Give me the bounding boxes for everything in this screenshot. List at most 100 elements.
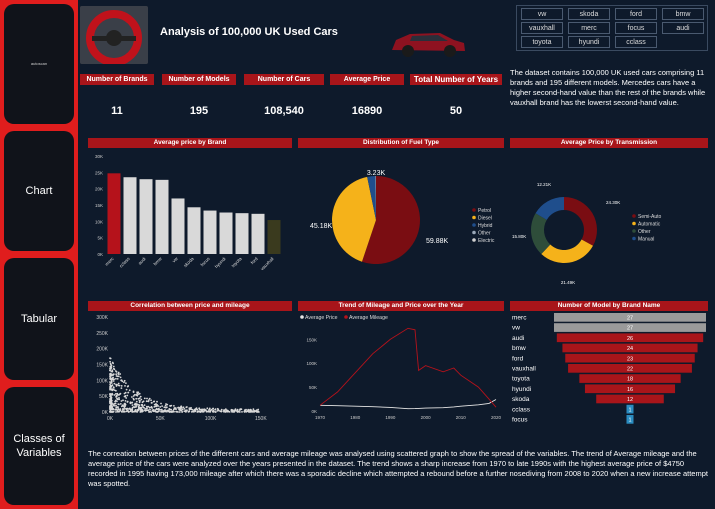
scatter-point xyxy=(128,389,131,392)
scatter-point xyxy=(190,408,193,411)
legend-label: Diesel xyxy=(478,216,492,222)
bar xyxy=(123,177,137,254)
scatter-point xyxy=(110,382,113,384)
scatter-point xyxy=(122,399,124,402)
scatter-point xyxy=(253,409,255,412)
filter-chip[interactable]: skoda xyxy=(568,8,610,20)
scatter-point xyxy=(238,411,241,413)
scatter-point xyxy=(234,408,237,411)
scatter-point xyxy=(146,409,149,412)
x-tick-label: 0K xyxy=(107,416,114,422)
scatter-point xyxy=(132,390,135,393)
bar xyxy=(155,179,169,254)
scatter-point xyxy=(186,409,188,412)
category-label: bmw xyxy=(512,345,526,352)
sidebar-logo[interactable]: autoscan xyxy=(4,4,74,124)
legend-label: Other xyxy=(638,229,651,235)
scatter-point xyxy=(135,400,138,403)
category-label: cclass xyxy=(512,406,531,413)
sidebar-item-classes-of-variables[interactable]: Classes of Variables xyxy=(4,387,74,505)
scatter-point xyxy=(110,403,113,406)
sidebar-item-label: Chart xyxy=(25,185,53,197)
scatter-point xyxy=(204,409,206,412)
scatter-point xyxy=(125,410,128,413)
category-label: vauxhall xyxy=(512,366,536,373)
scatter-point xyxy=(223,410,225,413)
x-tick-label: vauxhall xyxy=(259,256,274,271)
x-tick-label: 150K xyxy=(255,416,267,422)
scatter-point xyxy=(184,410,187,413)
scatter-point xyxy=(170,408,172,411)
scatter-point xyxy=(123,392,126,395)
scatter-point xyxy=(154,405,157,408)
category-label: focus xyxy=(512,417,528,424)
scatter-point xyxy=(136,392,139,395)
kpi-label: Number of Brands xyxy=(80,74,154,85)
scatter-point xyxy=(111,408,114,411)
bar xyxy=(187,207,201,254)
logo-text: autoscan xyxy=(30,61,48,66)
filter-chip[interactable]: cclass xyxy=(615,36,657,48)
scatter-point xyxy=(135,406,137,408)
scatter-point xyxy=(114,370,117,372)
y-tick-label: 0K xyxy=(97,252,103,257)
pie-slice xyxy=(541,239,593,263)
scatter-point xyxy=(109,410,112,413)
bar xyxy=(235,213,249,254)
scatter-point xyxy=(220,410,223,413)
scatter-point xyxy=(129,401,132,404)
kpi-average-price: Average Price 16890 xyxy=(330,74,404,126)
chart-title: Correlation between price and mileage xyxy=(88,301,292,311)
scatter-point xyxy=(228,411,231,413)
filter-chip[interactable]: audi xyxy=(662,22,704,34)
scatter-point xyxy=(173,410,175,413)
x-tick-label: 2000 xyxy=(421,415,432,420)
data-label: 27 xyxy=(627,326,633,332)
dataset-description: The dataset contains 100,000 UK used car… xyxy=(510,68,706,107)
scatter-point xyxy=(258,411,260,413)
car-image xyxy=(388,24,468,60)
filter-chip[interactable]: vw xyxy=(521,8,563,20)
legend-swatch xyxy=(472,238,476,242)
filter-chip[interactable]: bmw xyxy=(662,8,704,20)
legend-label: Automatic xyxy=(638,222,661,228)
filter-chip[interactable]: toyota xyxy=(521,36,563,48)
bar xyxy=(171,198,185,254)
filter-chip[interactable]: focus xyxy=(615,22,657,34)
scatter-point xyxy=(195,407,198,410)
sidebar-item-tabular[interactable]: Tabular xyxy=(4,258,74,380)
bar xyxy=(107,173,121,254)
legend-label: Semi-Auto xyxy=(638,214,662,220)
scatter-point xyxy=(117,382,120,385)
scatter-point xyxy=(142,400,145,403)
legend-swatch xyxy=(632,236,636,241)
y-tick-label: 50K xyxy=(309,385,317,390)
scatter-point xyxy=(214,408,217,410)
scatter-point xyxy=(131,396,133,398)
scatter-point xyxy=(246,410,249,412)
scatter-point xyxy=(112,365,115,368)
scatter-point xyxy=(109,369,111,372)
filter-chip[interactable]: merc xyxy=(568,22,610,34)
scatter-point xyxy=(119,403,122,405)
scatter-point xyxy=(200,410,202,413)
scatter-point xyxy=(135,397,138,400)
data-label: 27 xyxy=(627,316,633,322)
sidebar-item-chart[interactable]: Chart xyxy=(4,131,74,251)
sidebar-item-label: Tabular xyxy=(20,313,58,325)
kpi-label: Number of Cars xyxy=(244,74,324,85)
scatter-point xyxy=(121,380,124,383)
filter-chip[interactable]: ford xyxy=(615,8,657,20)
scatter-point xyxy=(212,407,214,410)
scatter-point xyxy=(115,404,117,407)
category-label: ford xyxy=(512,355,524,362)
filter-chip[interactable]: vauxhall xyxy=(521,22,563,34)
page-title: Analysis of 100,000 UK Used Cars xyxy=(160,26,338,38)
pie-chart-svg: 59.88K Petrol 45.18K Diesel 3.23K Hybrid Other… xyxy=(310,170,495,264)
scatter-point xyxy=(143,407,146,409)
data-label: 23 xyxy=(627,356,633,362)
chart-title: Distribution of Fuel Type xyxy=(298,138,504,148)
filter-chip[interactable]: hyundi xyxy=(568,36,610,48)
scatter-point xyxy=(232,411,235,413)
chart-title: Average Price by Transmission xyxy=(510,138,708,148)
